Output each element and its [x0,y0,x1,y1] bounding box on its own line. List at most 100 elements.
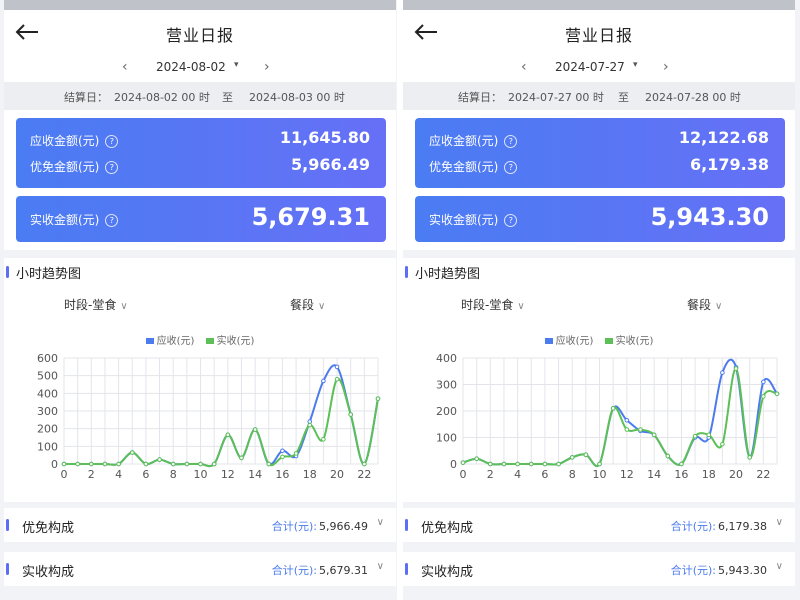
header: 营业日报 [403,10,795,54]
y-tick-label: 100 [37,440,58,453]
row-title: 优免构成 [22,521,75,536]
discount-breakdown-row[interactable]: 优免构成 合计(元): 5,966.49 ∨ [4,508,396,542]
x-tick-label: 16 [275,468,289,481]
series-line [462,367,778,467]
period-filter[interactable]: 时段-堂食 ∨ [64,296,128,313]
data-point [474,456,479,461]
caret-down-icon[interactable]: ▾ [633,60,638,70]
question-circle-icon[interactable]: ? [105,214,119,227]
data-point [556,461,561,467]
x-tick-label: 8 [170,468,177,481]
data-point [143,461,149,467]
received-card: 实收金额(元)? 5,679.31 [16,196,386,242]
question-circle-icon[interactable]: ? [504,214,518,227]
chevron-down-icon[interactable]: ∨ [776,517,783,528]
receivable-value: 11,645.80 [279,128,370,147]
meal-filter[interactable]: 餐段 ∨ [687,296,722,313]
chevron-down-icon[interactable]: ∨ [377,517,384,528]
report-panel-left: 营业日报 ‹ 2024-08-02 ▾ › 结算日： 2024-08-02 00… [4,0,396,600]
data-point [280,448,285,454]
data-point [252,427,258,432]
question-circle-icon[interactable]: ? [504,161,518,174]
period-filter[interactable]: 时段-堂食 ∨ [461,296,525,313]
receivable-value: 12,122.68 [678,128,769,147]
data-point [89,461,94,467]
chevron-right-icon[interactable]: › [663,59,669,75]
data-point [129,450,135,455]
y-tick-label: 200 [37,423,58,436]
meal-filter[interactable]: 餐段 ∨ [290,296,325,313]
y-tick-label: 400 [436,352,457,365]
settle-to: 至 [222,91,233,104]
x-tick-label: 18 [303,468,317,481]
data-point [61,461,67,467]
date-value[interactable]: 2024-08-02 [156,60,226,74]
summary-cards: 应收金额(元)? 12,122.68 优免金额(元)? 6,179.38 实收金… [403,110,795,250]
question-circle-icon[interactable]: ? [105,135,119,148]
received-value: 5,679.31 [251,203,370,231]
data-point [774,391,780,397]
legend-item-receivable[interactable]: 应收(元) [544,336,593,347]
section-title: 小时趋势图 [16,267,82,282]
x-tick-label: 20 [330,468,344,481]
x-tick-label: 12 [620,468,634,481]
data-point [747,455,752,460]
data-point [307,422,313,428]
settle-end: 2024-08-03 00 时 [249,91,345,104]
date-value[interactable]: 2024-07-27 [555,60,625,74]
page-title: 营业日报 [165,26,234,45]
received-breakdown-row[interactable]: 实收构成 合计(元): 5,679.31 ∨ [4,552,396,586]
data-point [501,461,507,467]
x-tick-label: 14 [647,468,661,481]
settle-to: 至 [618,91,629,104]
section-marker [6,519,9,531]
data-point [321,378,326,384]
chart-legend: 应收(元) 实收(元) [403,332,795,347]
section-title: 小时趋势图 [415,267,481,282]
legend-item-receivable[interactable]: 应收(元) [145,336,194,347]
date-selector: ‹ 2024-07-27 ▾ › [403,54,795,82]
data-point [184,461,190,467]
section-marker [6,563,9,575]
x-tick-label: 0 [460,468,467,481]
received-card: 实收金额(元)? 5,943.30 [415,196,785,242]
data-point [638,427,643,432]
received-breakdown-row[interactable]: 实收构成 合计(元): 5,943.30 ∨ [403,552,795,586]
data-point [706,432,712,438]
received-label: 实收金额(元)? [429,211,518,228]
question-circle-icon[interactable]: ? [504,135,518,148]
legend-item-received[interactable]: 实收(元) [205,336,254,347]
discount-value: 5,966.49 [291,155,370,174]
row-total: 合计(元): 5,966.49 [271,520,368,533]
chevron-right-icon[interactable]: › [264,59,270,75]
section-marker [405,266,408,278]
receivable-label: 应收金额(元)? [429,132,518,149]
series-line [63,377,379,468]
x-tick-label: 20 [729,468,743,481]
question-circle-icon[interactable]: ? [105,161,119,174]
discount-value: 6,179.38 [690,155,769,174]
y-tick-label: 300 [37,405,58,418]
x-tick-label: 4 [514,468,521,481]
legend-item-received[interactable]: 实收(元) [604,336,653,347]
chevron-left-icon[interactable]: ‹ [521,59,527,75]
section-marker [405,563,408,575]
chevron-down-icon[interactable]: ∨ [776,561,783,572]
discount-breakdown-row[interactable]: 优免构成 合计(元): 6,179.38 ∨ [403,508,795,542]
x-tick-label: 8 [569,468,576,481]
data-point [102,461,108,467]
discount-label: 优免金额(元)? [429,158,518,175]
row-title: 优免构成 [421,521,474,536]
data-point [239,455,244,461]
chart-legend: 应收(元) 实收(元) [4,332,396,347]
settle-label: 结算日： [458,91,502,104]
row-title: 实收构成 [421,565,474,580]
caret-down-icon[interactable]: ▾ [234,60,239,70]
chevron-left-icon[interactable]: ‹ [122,59,128,75]
chevron-down-icon: ∨ [517,301,525,312]
hourly-trend-chart: 0 100 200 300 400 500 600 0 2 4 6 8 10 12 14 16 18 20 22 [37,352,381,481]
header: 营业日报 [4,10,396,54]
data-point [679,461,684,467]
x-tick-label: 10 [593,468,607,481]
chevron-down-icon[interactable]: ∨ [377,561,384,572]
